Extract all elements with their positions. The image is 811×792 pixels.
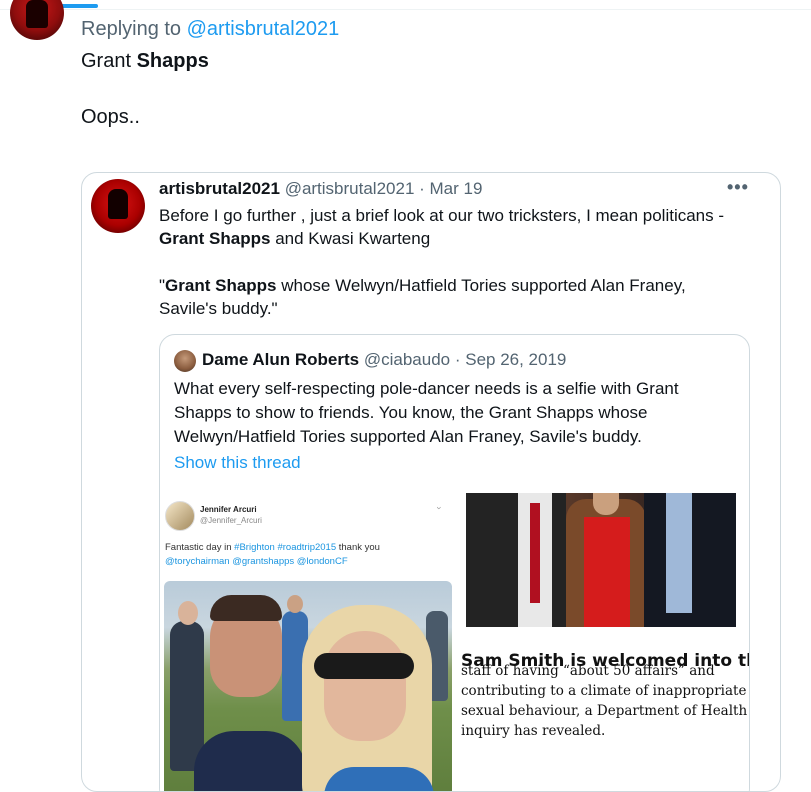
photo-person-head xyxy=(593,493,619,515)
quoted-tweet-card[interactable]: artisbrutal2021 @artisbrutal2021 · Mar 1… xyxy=(81,172,781,792)
embedded-tweet-name: Jennifer Arcuri xyxy=(200,505,257,514)
embedded-tweet-text-suffix: thank you xyxy=(336,542,380,553)
embedded-tweet-line-1: Fantastic day in #Brighton #roadtrip2015… xyxy=(165,541,380,555)
embedded-tweet-text: Fantastic day in #Brighton #roadtrip2015… xyxy=(165,541,380,569)
avatar-figure xyxy=(108,189,128,219)
inner-quoted-tweet-display-name[interactable]: Dame Alun Roberts xyxy=(202,350,359,369)
article-line-2: contributing to a climate of inappropria… xyxy=(461,683,747,699)
quoted-tweet-line-2-rest: and Kwasi Kwarteng xyxy=(270,229,431,248)
quoted-tweet-line-3-rest: whose Welwyn/Hatfield Tories supported A… xyxy=(276,276,686,295)
photo-person-tie xyxy=(530,503,540,603)
embedded-tweet-line-2: @torychairman @grantshapps @londonCF xyxy=(165,555,380,569)
embedded-tweet-text-prefix: Fantastic day in xyxy=(165,542,235,553)
reply-text-line-1: Grant Shapps xyxy=(81,48,209,74)
quoted-tweet-bold-name: Grant Shapps xyxy=(159,229,271,248)
show-thread-link[interactable]: Show this thread xyxy=(174,453,301,473)
replying-to-handle[interactable]: @artisbrutal2021 xyxy=(187,18,340,40)
quoted-tweet-text: Before I go further , just a brief look … xyxy=(159,204,724,320)
reply-text-plain: Grant xyxy=(81,50,132,72)
replying-to-label: Replying to xyxy=(81,18,182,40)
reply-text-bold: Shapps xyxy=(136,50,209,72)
avatar-figure xyxy=(26,0,48,28)
photo-bystander xyxy=(170,621,204,771)
embedded-tweet-mention: @torychairman xyxy=(165,556,230,567)
quoted-tweet-display-name[interactable]: artisbrutal2021 xyxy=(159,179,280,198)
quoted-tweet-meta[interactable]: @artisbrutal2021 · Mar 19 xyxy=(285,179,483,198)
quoted-tweet-line-3: "Grant Shapps whose Welwyn/Hatfield Tori… xyxy=(159,274,724,297)
selfie-photo xyxy=(164,581,452,791)
article-line-1: staff of having “about 50 affairs” and xyxy=(461,663,715,679)
inner-quoted-tweet-avatar[interactable] xyxy=(174,350,196,372)
news-photo xyxy=(466,493,736,627)
embedded-tweet-mention: @londonCF xyxy=(296,556,348,567)
photo-man-hair xyxy=(210,595,282,621)
reply-text: Grant Shapps Oops.. xyxy=(81,48,209,130)
inner-quoted-tweet-line-2: Shapps to show to friends. You know, the… xyxy=(174,403,648,422)
media-image-left[interactable]: Jennifer Arcuri @Jennifer_Arcuri › Fanta… xyxy=(160,493,457,791)
reply-author-avatar[interactable] xyxy=(10,0,64,40)
embedded-tweet-screenshot: Jennifer Arcuri @Jennifer_Arcuri › Fanta… xyxy=(160,493,457,791)
photo-person-jumper xyxy=(584,517,630,627)
article-line-3: sexual behaviour, a Department of Health xyxy=(461,703,748,719)
quoted-tweet-header: artisbrutal2021 @artisbrutal2021 · Mar 1… xyxy=(159,179,482,199)
photo-woman-face xyxy=(324,631,406,741)
more-options-icon[interactable]: ••• xyxy=(727,177,749,198)
loading-bar xyxy=(0,0,811,10)
quoted-tweet-line-2: Grant Shapps and Kwasi Kwarteng xyxy=(159,227,724,250)
embedded-tweet-hashtag: #Brighton xyxy=(234,542,275,553)
photo-man-body xyxy=(194,731,306,791)
inner-quoted-tweet-line-1: What every self-respecting pole-dancer n… xyxy=(174,379,679,398)
quoted-tweet-avatar[interactable] xyxy=(91,179,145,233)
inner-quoted-tweet-header: Dame Alun Roberts @ciabaudo · Sep 26, 20… xyxy=(202,350,566,370)
article-line-4: inquiry has revealed. xyxy=(461,723,606,739)
inner-quoted-tweet-meta[interactable]: @ciabaudo · Sep 26, 2019 xyxy=(364,350,567,369)
quoted-tweet-line-1: Before I go further , just a brief look … xyxy=(159,206,725,225)
replying-to: Replying to @artisbrutal2021 xyxy=(81,18,339,41)
embedded-tweet-hashtag: #roadtrip2015 xyxy=(277,542,337,553)
quoted-tweet-line-4: Savile's buddy." xyxy=(159,299,278,318)
inner-quoted-tweet-card[interactable]: Dame Alun Roberts @ciabaudo · Sep 26, 20… xyxy=(159,334,750,791)
reply-text-line-2: Oops.. xyxy=(81,106,140,128)
photo-person-shirt xyxy=(666,493,692,613)
photo-bystander-head xyxy=(287,595,303,613)
quoted-tweet-bold-name: Grant Shapps xyxy=(165,276,277,295)
photo-woman-sunglasses xyxy=(314,653,414,679)
chevron-down-icon: › xyxy=(434,506,445,510)
inner-quoted-tweet-text: What every self-respecting pole-dancer n… xyxy=(174,377,679,449)
embedded-tweet-avatar xyxy=(165,501,195,531)
inner-quoted-tweet-line-3: Welwyn/Hatfield Tories supported Alan Fr… xyxy=(174,427,642,446)
photo-bystander-head xyxy=(178,601,198,625)
photo-woman-body xyxy=(324,767,434,791)
media-image-right[interactable]: Sam Smith is welcomed into the staff of … xyxy=(461,493,749,791)
embedded-tweet-mention: @grantshapps xyxy=(232,556,295,567)
article-body: staff of having “about 50 affairs” and c… xyxy=(461,661,749,741)
embedded-tweet-handle: @Jennifer_Arcuri xyxy=(200,516,262,525)
